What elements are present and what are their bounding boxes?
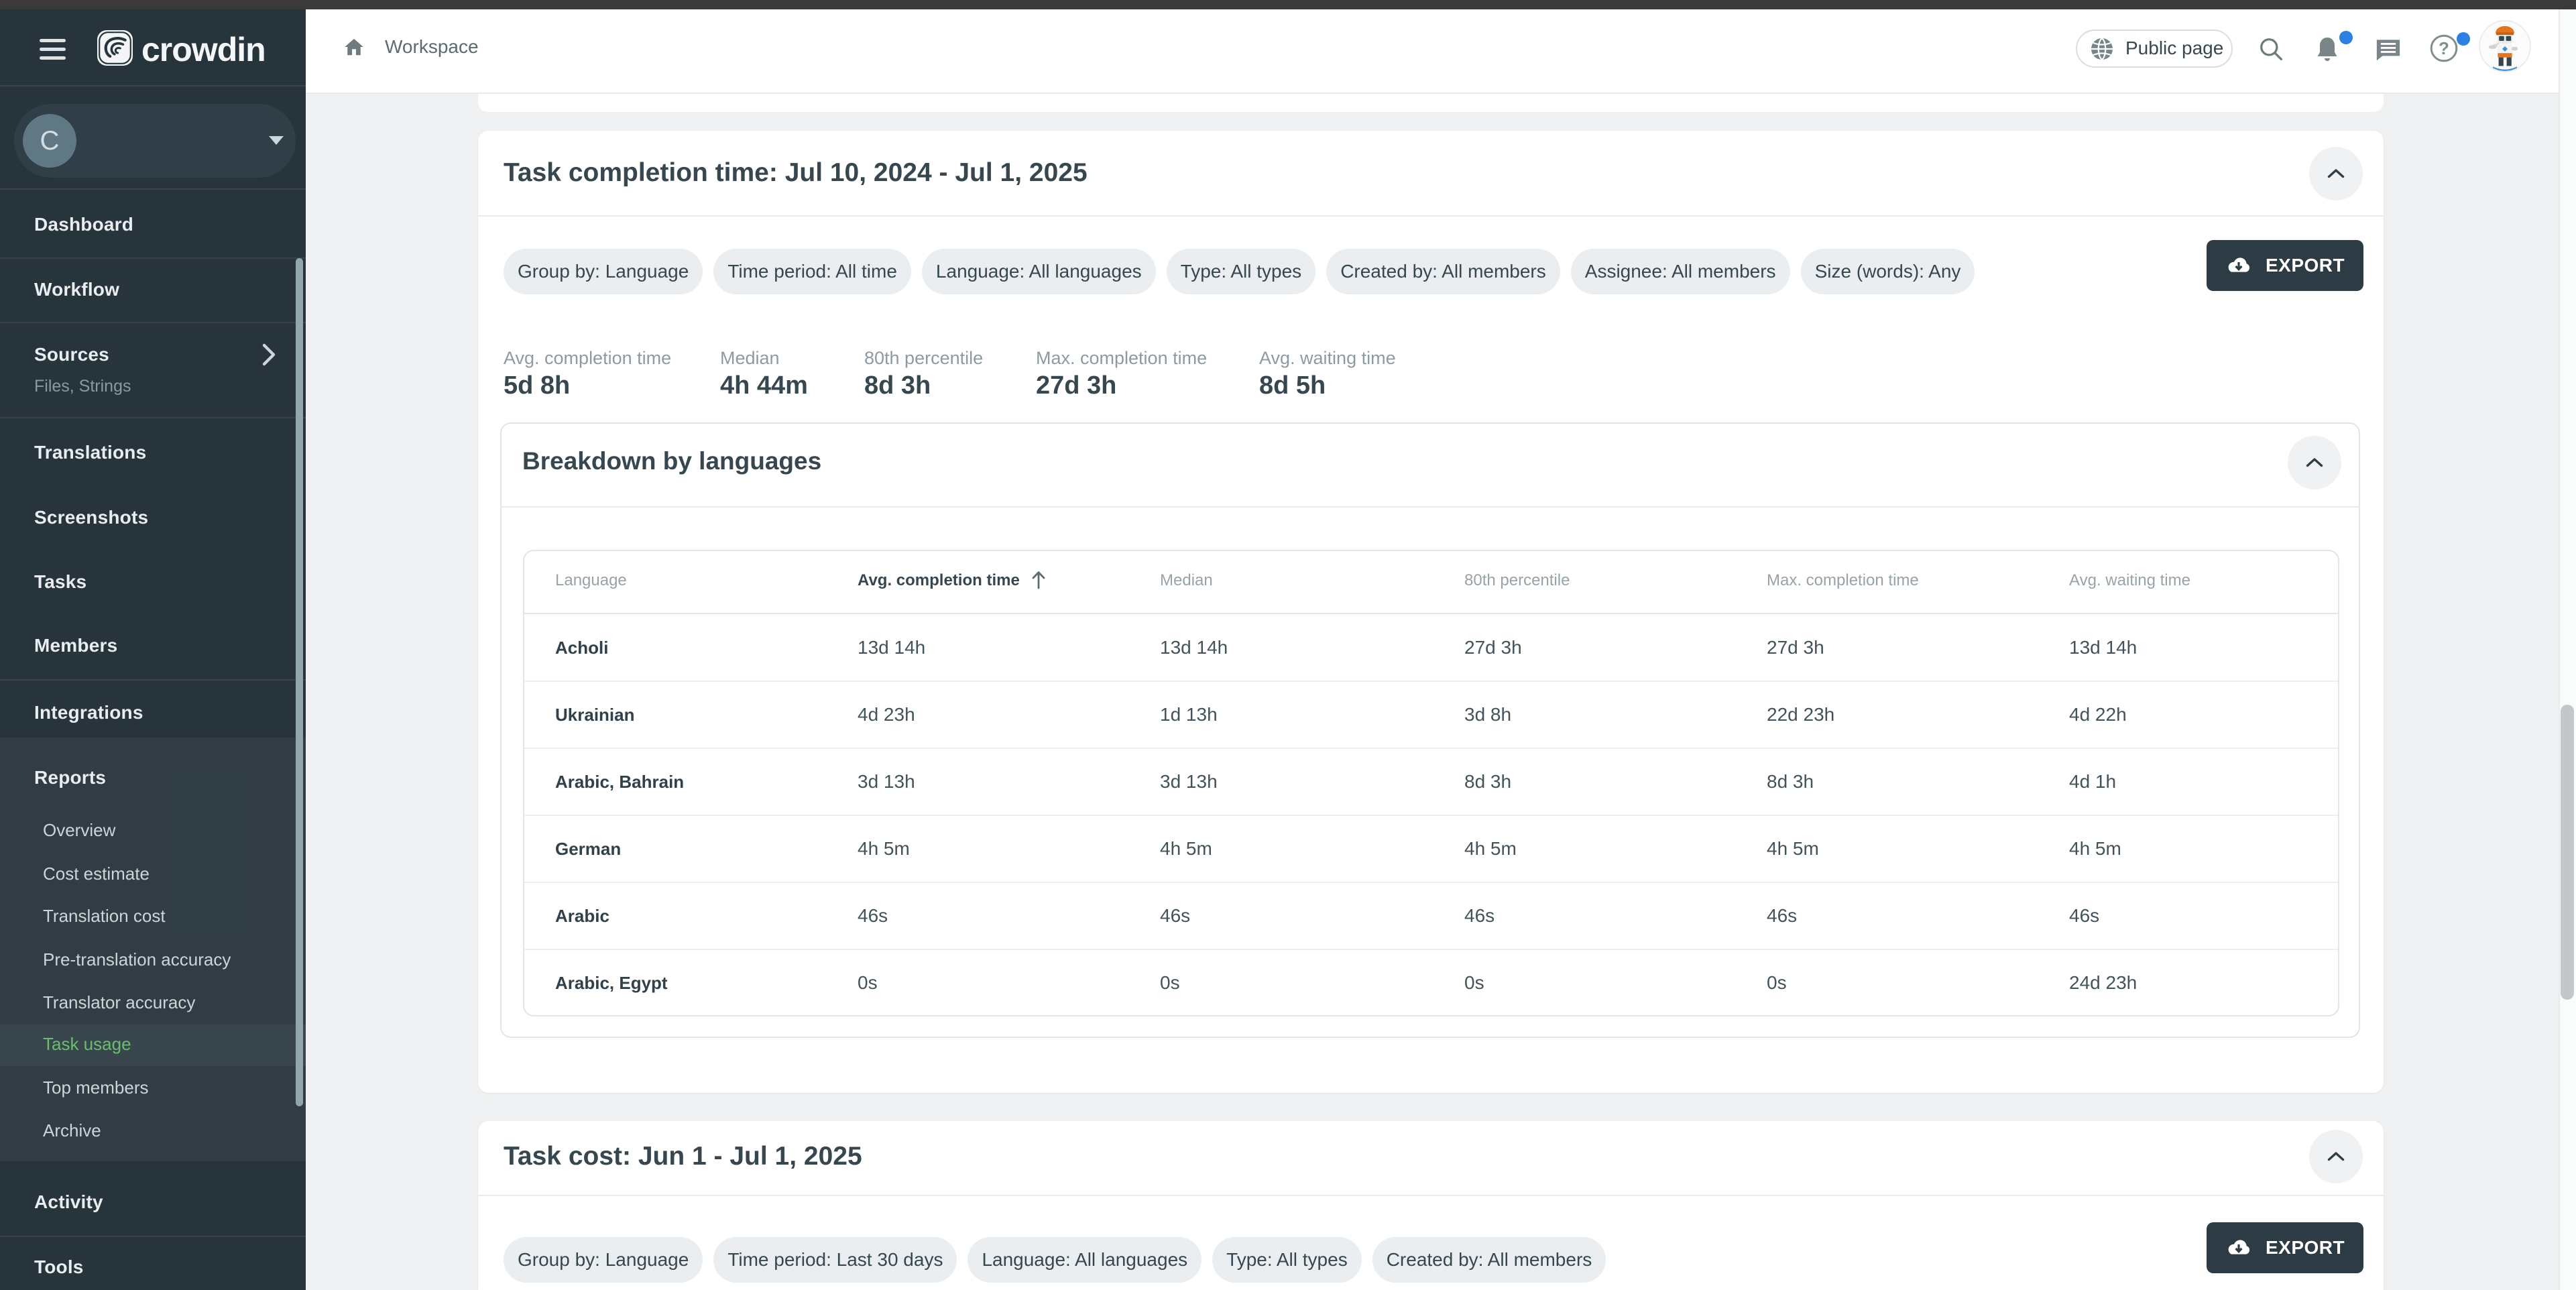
svg-text:?: ?: [2439, 38, 2449, 58]
